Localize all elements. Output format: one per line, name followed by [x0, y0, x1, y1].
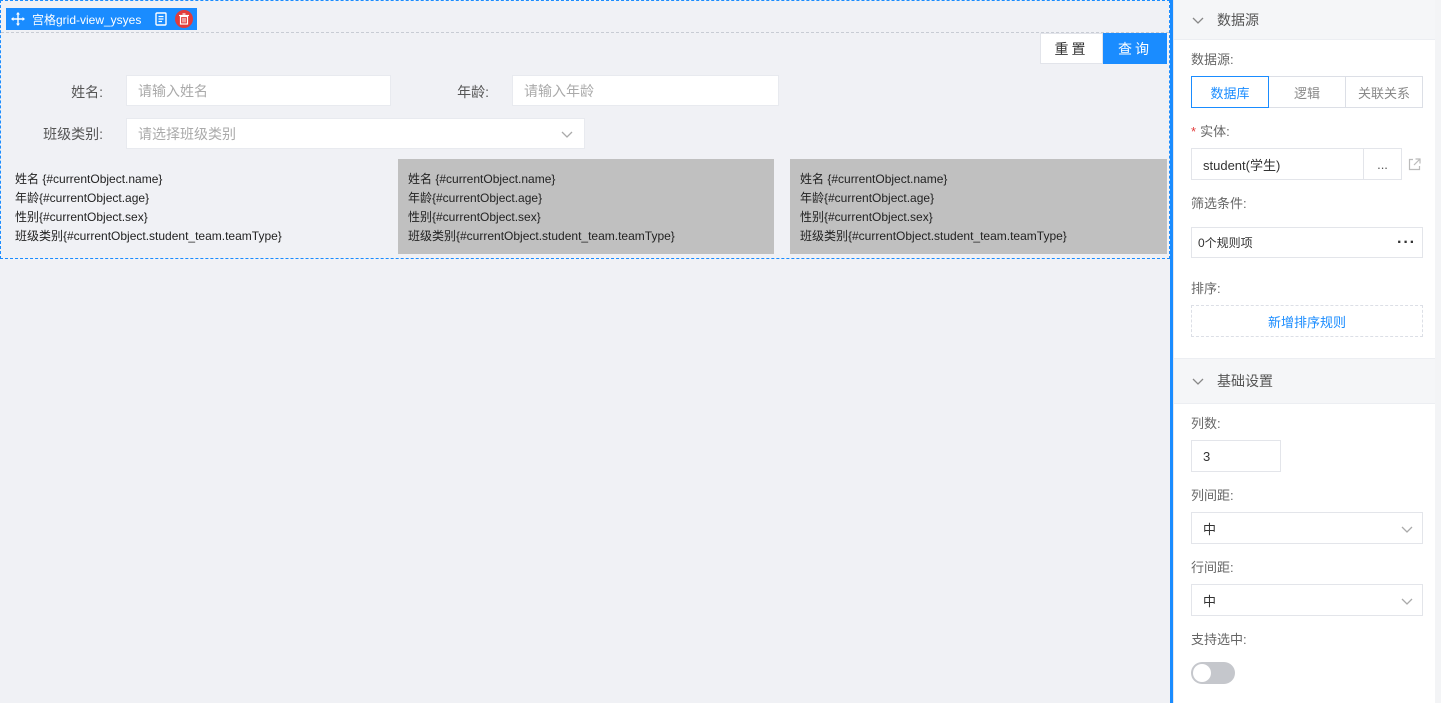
card-name-field: 姓名 {#currentObject.name}	[800, 172, 948, 186]
add-sort-rule-button[interactable]: 新增排序规则	[1191, 305, 1423, 337]
delete-icon[interactable]	[175, 10, 194, 28]
chevron-down-icon	[560, 127, 574, 141]
card-sex-field: 性别{#currentObject.sex}	[15, 210, 148, 224]
selectable-toggle[interactable]	[1191, 662, 1235, 684]
card-class-field: 班级类别{#currentObject.student_team.teamTyp…	[408, 229, 675, 243]
grid-view-component[interactable]: 宫格grid-view_ysyes 重置 查询 姓名: 请输入姓名 年龄: 请输…	[0, 0, 1170, 259]
chevron-down-icon	[1400, 594, 1414, 608]
chevron-down-icon	[1400, 522, 1414, 536]
sort-label: 排序:	[1191, 281, 1221, 296]
datasource-label: 数据源:	[1191, 52, 1234, 67]
entity-label: * 实体:	[1191, 121, 1230, 140]
copy-icon[interactable]	[153, 11, 169, 27]
name-input[interactable]: 请输入姓名	[126, 75, 391, 106]
card-age-field: 年龄{#currentObject.age}	[408, 191, 543, 205]
card-name-field: 姓名 {#currentObject.name}	[15, 172, 163, 186]
chevron-down-icon	[1191, 374, 1205, 388]
row-gap-select[interactable]: 中	[1191, 584, 1423, 616]
grid-card[interactable]: 姓名 {#currentObject.name} 年龄{#currentObje…	[5, 159, 382, 254]
design-canvas[interactable]: 宫格grid-view_ysyes 重置 查询 姓名: 请输入姓名 年龄: 请输…	[0, 0, 1170, 703]
class-type-placeholder: 请选择班级类别	[138, 125, 236, 142]
external-link-icon[interactable]	[1407, 157, 1422, 172]
class-type-select[interactable]: 请选择班级类别	[126, 118, 585, 149]
properties-panel: 数据源 数据源: 数据库 逻辑 关联关系 * 实体: student(学生) ..…	[1173, 0, 1441, 703]
column-gap-value: 中	[1203, 521, 1217, 537]
filter-more-button[interactable]: ···	[1397, 234, 1416, 252]
tab-logic[interactable]: 逻辑	[1268, 76, 1346, 108]
column-gap-label: 列间距:	[1191, 488, 1234, 503]
required-mark: *	[1191, 124, 1197, 139]
column-gap-select[interactable]: 中	[1191, 512, 1423, 544]
selectable-label: 支持选中:	[1191, 632, 1247, 647]
card-class-field: 班级类别{#currentObject.student_team.teamTyp…	[800, 229, 1067, 243]
filter-field[interactable]: 0个规则项 ···	[1191, 227, 1423, 258]
toggle-knob	[1193, 664, 1211, 682]
tab-database[interactable]: 数据库	[1191, 76, 1269, 108]
row-gap-label: 行间距:	[1191, 560, 1234, 575]
filter-label: 筛选条件:	[1191, 196, 1247, 211]
age-label: 年龄:	[457, 84, 489, 100]
section-title: 数据源	[1217, 11, 1259, 28]
card-sex-field: 性别{#currentObject.sex}	[408, 210, 541, 224]
row-gap-value: 中	[1203, 593, 1217, 609]
component-tag: 宫格grid-view_ysyes	[6, 8, 198, 30]
datasource-section-header[interactable]: 数据源	[1174, 0, 1438, 40]
card-class-field: 班级类别{#currentObject.student_team.teamTyp…	[15, 229, 282, 243]
move-icon[interactable]	[10, 11, 26, 27]
age-input[interactable]: 请输入年龄	[512, 75, 779, 106]
name-label: 姓名:	[71, 84, 103, 100]
tag-divider	[1, 32, 1169, 33]
grid-card[interactable]: 姓名 {#currentObject.name} 年龄{#currentObje…	[398, 159, 774, 254]
panel-scrollbar[interactable]	[1435, 0, 1441, 703]
component-name: 宫格grid-view_ysyes	[32, 12, 142, 27]
chevron-down-icon	[1191, 13, 1205, 27]
query-button[interactable]: 查询	[1103, 33, 1167, 64]
entity-label-text: 实体:	[1200, 124, 1230, 139]
basic-settings-section-header[interactable]: 基础设置	[1174, 358, 1438, 404]
tab-relation[interactable]: 关联关系	[1345, 76, 1423, 108]
datasource-tabs: 数据库 逻辑 关联关系	[1191, 76, 1423, 108]
filter-value: 0个规则项	[1198, 236, 1253, 250]
section-title: 基础设置	[1217, 373, 1273, 389]
columns-input[interactable]: 3	[1191, 440, 1281, 472]
class-type-label: 班级类别:	[43, 126, 103, 142]
entity-value: student(学生)	[1203, 157, 1281, 173]
card-age-field: 年龄{#currentObject.age}	[15, 191, 150, 205]
entity-more-button[interactable]: ...	[1363, 149, 1401, 179]
reset-button[interactable]: 重置	[1040, 33, 1103, 64]
card-name-field: 姓名 {#currentObject.name}	[408, 172, 556, 186]
card-sex-field: 性别{#currentObject.sex}	[800, 210, 933, 224]
entity-field[interactable]: student(学生) ...	[1191, 148, 1402, 180]
card-age-field: 年龄{#currentObject.age}	[800, 191, 935, 205]
grid-card[interactable]: 姓名 {#currentObject.name} 年龄{#currentObje…	[790, 159, 1167, 254]
columns-label: 列数:	[1191, 416, 1221, 431]
